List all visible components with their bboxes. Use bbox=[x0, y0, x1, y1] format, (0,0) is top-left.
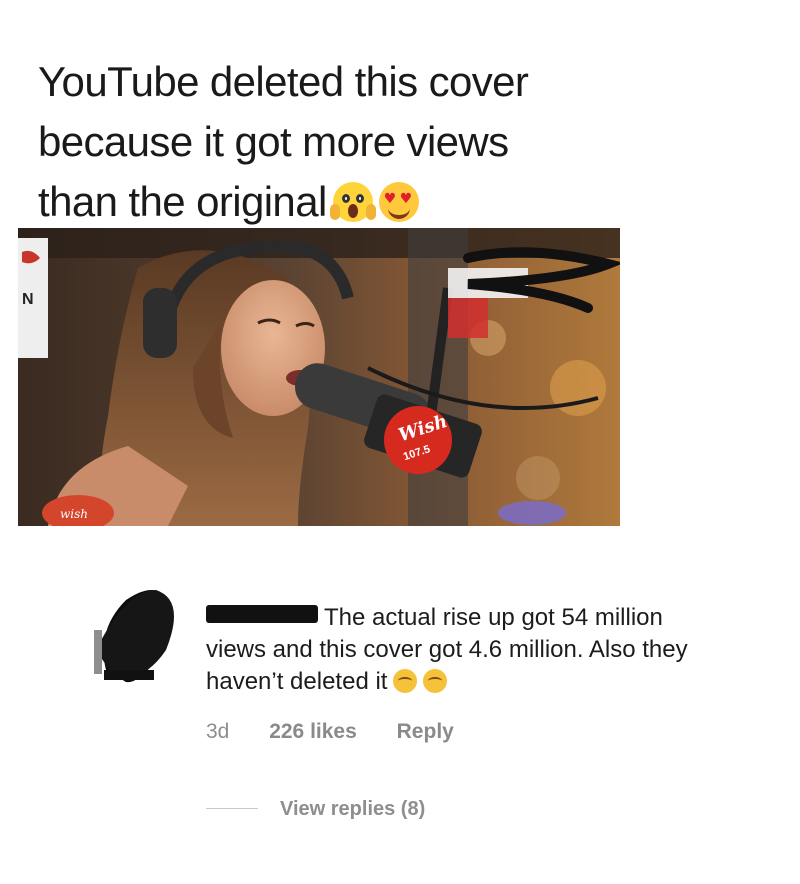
svg-text:wish: wish bbox=[60, 507, 88, 521]
video-thumbnail[interactable]: N Wish 107.5 wish bbox=[18, 228, 620, 526]
username-redacted[interactable] bbox=[206, 605, 318, 623]
smiling-face-heart-eyes-icon: ♥ ♥ bbox=[378, 182, 419, 222]
view-replies-label: View replies (8) bbox=[280, 798, 426, 820]
svg-text:N: N bbox=[22, 291, 34, 308]
caption-line-3: than the original ♥ ♥ bbox=[38, 172, 758, 232]
face-screaming-in-fear-icon bbox=[329, 182, 376, 222]
comment-age: 3d bbox=[206, 720, 230, 743]
comment-meta: 3d 226 likes Reply bbox=[206, 720, 488, 744]
caption-line-1: YouTube deleted this cover bbox=[38, 58, 529, 105]
caption-line-2: because it got more views bbox=[38, 118, 509, 165]
face-with-monocle-icon bbox=[393, 669, 418, 693]
replies-divider bbox=[206, 808, 258, 809]
singer-at-microphone-thumbnail: N Wish 107.5 wish bbox=[18, 228, 620, 526]
reply-button[interactable]: Reply bbox=[397, 720, 454, 743]
view-replies-button[interactable]: View replies (8) bbox=[206, 798, 425, 821]
post-caption: YouTube deleted this cover because it go… bbox=[38, 52, 758, 232]
comment-line-2: views and this cover got 4.6 million. Al… bbox=[206, 636, 688, 663]
likes-count[interactable]: 226 likes bbox=[269, 720, 357, 743]
comment-line-3: haven’t deleted it bbox=[206, 668, 388, 695]
avatar-redacted[interactable] bbox=[86, 580, 190, 684]
caption-line-3-text: than the original bbox=[38, 178, 327, 225]
face-with-monocle-icon bbox=[423, 669, 448, 693]
comment-text: The actual rise up got 54 million views … bbox=[206, 602, 796, 698]
comment-line-1: The actual rise up got 54 million bbox=[324, 604, 663, 631]
